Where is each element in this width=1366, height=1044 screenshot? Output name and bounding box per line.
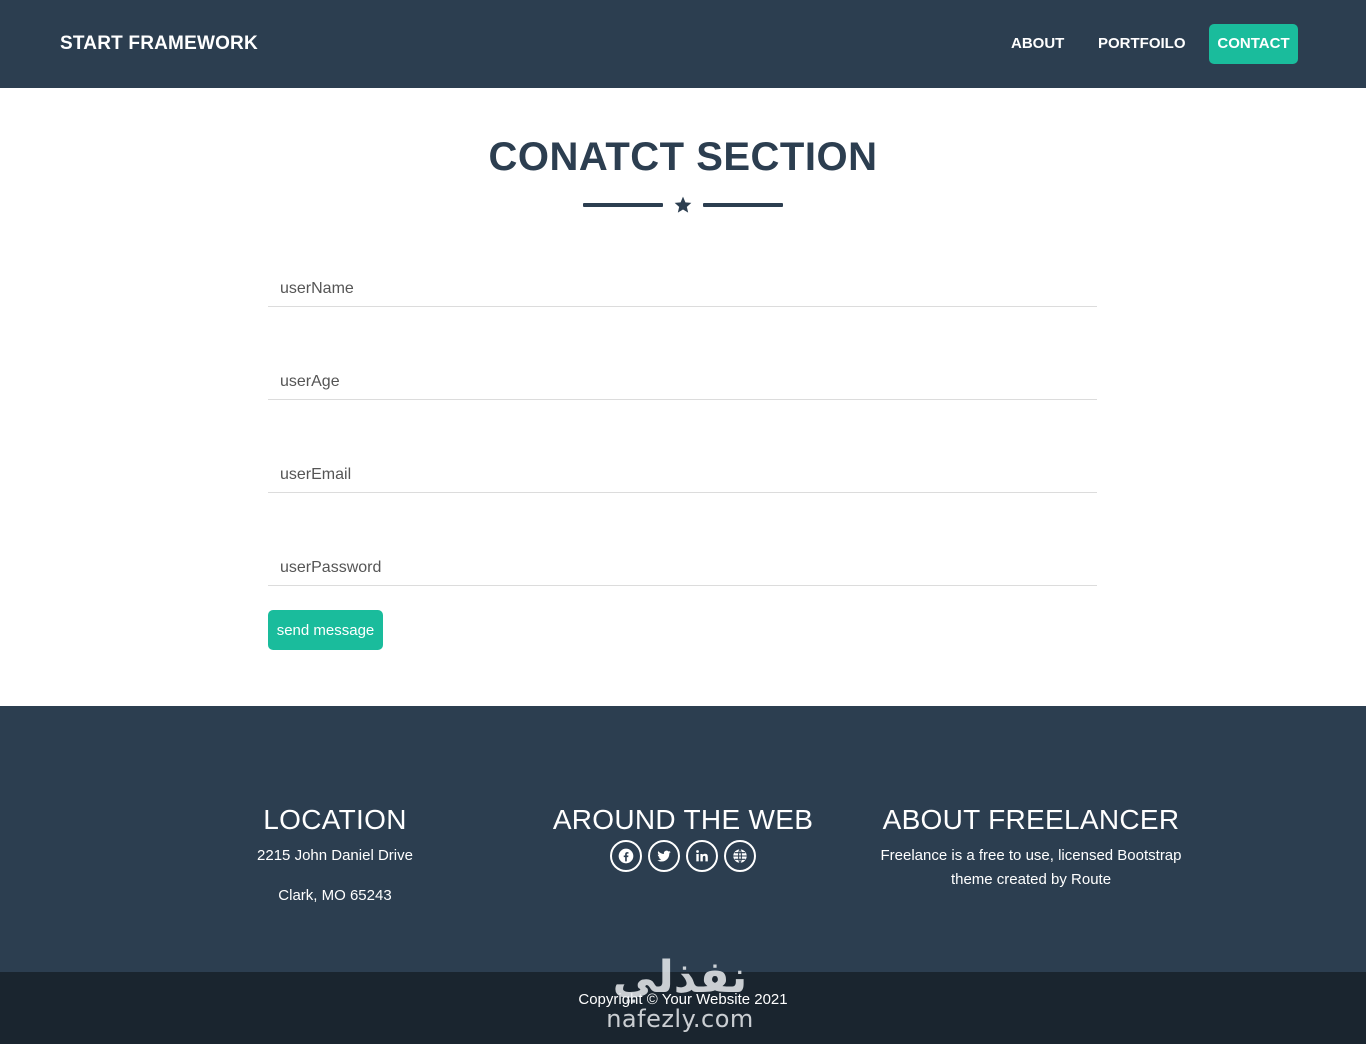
useremail-input[interactable]: [268, 457, 1097, 493]
facebook-icon[interactable]: [610, 840, 642, 872]
nav-link-about[interactable]: ABOUT: [1003, 24, 1072, 64]
about-text: Freelance is a free to use, licensed Boo…: [856, 844, 1206, 892]
nav-link-contact[interactable]: CONTACT: [1209, 24, 1298, 64]
divider-line-left: [583, 203, 663, 207]
about-text-line2: theme created by Route: [950, 871, 1112, 888]
nav-link-portfolio[interactable]: PORTFOILO: [1090, 24, 1194, 64]
social-links: [533, 840, 833, 872]
divider-line-right: [703, 203, 783, 207]
copyright-bar: Copyright © Your Website 2021: [0, 972, 1366, 1044]
globe-icon[interactable]: [724, 840, 756, 872]
location-address-line1: 2215 John Daniel Drive: [257, 847, 413, 864]
about-heading: ABOUT FREELANCER: [882, 804, 1180, 835]
send-message-button[interactable]: send message: [268, 610, 383, 650]
twitter-icon[interactable]: [648, 840, 680, 872]
footer-about: ABOUT FREELANCER Freelance is a free to …: [856, 802, 1206, 892]
navbar: START FRAMEWORK ABOUT PORTFOILO CONTACT: [0, 0, 1366, 88]
star-icon: [674, 196, 692, 213]
around-web-heading: AROUND THE WEB: [552, 804, 814, 835]
userpassword-input[interactable]: [268, 550, 1097, 586]
username-input[interactable]: [268, 271, 1097, 307]
about-text-line1: Freelance is a free to use, licensed Boo…: [880, 847, 1182, 864]
linkedin-icon[interactable]: [686, 840, 718, 872]
footer: LOCATION 2215 John Daniel Drive Clark, M…: [0, 706, 1366, 972]
copyright-text: Copyright © Your Website 2021: [578, 991, 788, 1008]
location-address-line2: Clark, MO 65243: [278, 887, 392, 904]
brand-logo[interactable]: START FRAMEWORK: [60, 33, 258, 55]
section-title: CONATCT SECTION: [488, 135, 878, 179]
footer-location: LOCATION 2215 John Daniel Drive Clark, M…: [185, 802, 485, 908]
location-heading: LOCATION: [263, 804, 407, 835]
footer-around-web: AROUND THE WEB: [533, 802, 833, 872]
userage-input[interactable]: [268, 364, 1097, 400]
